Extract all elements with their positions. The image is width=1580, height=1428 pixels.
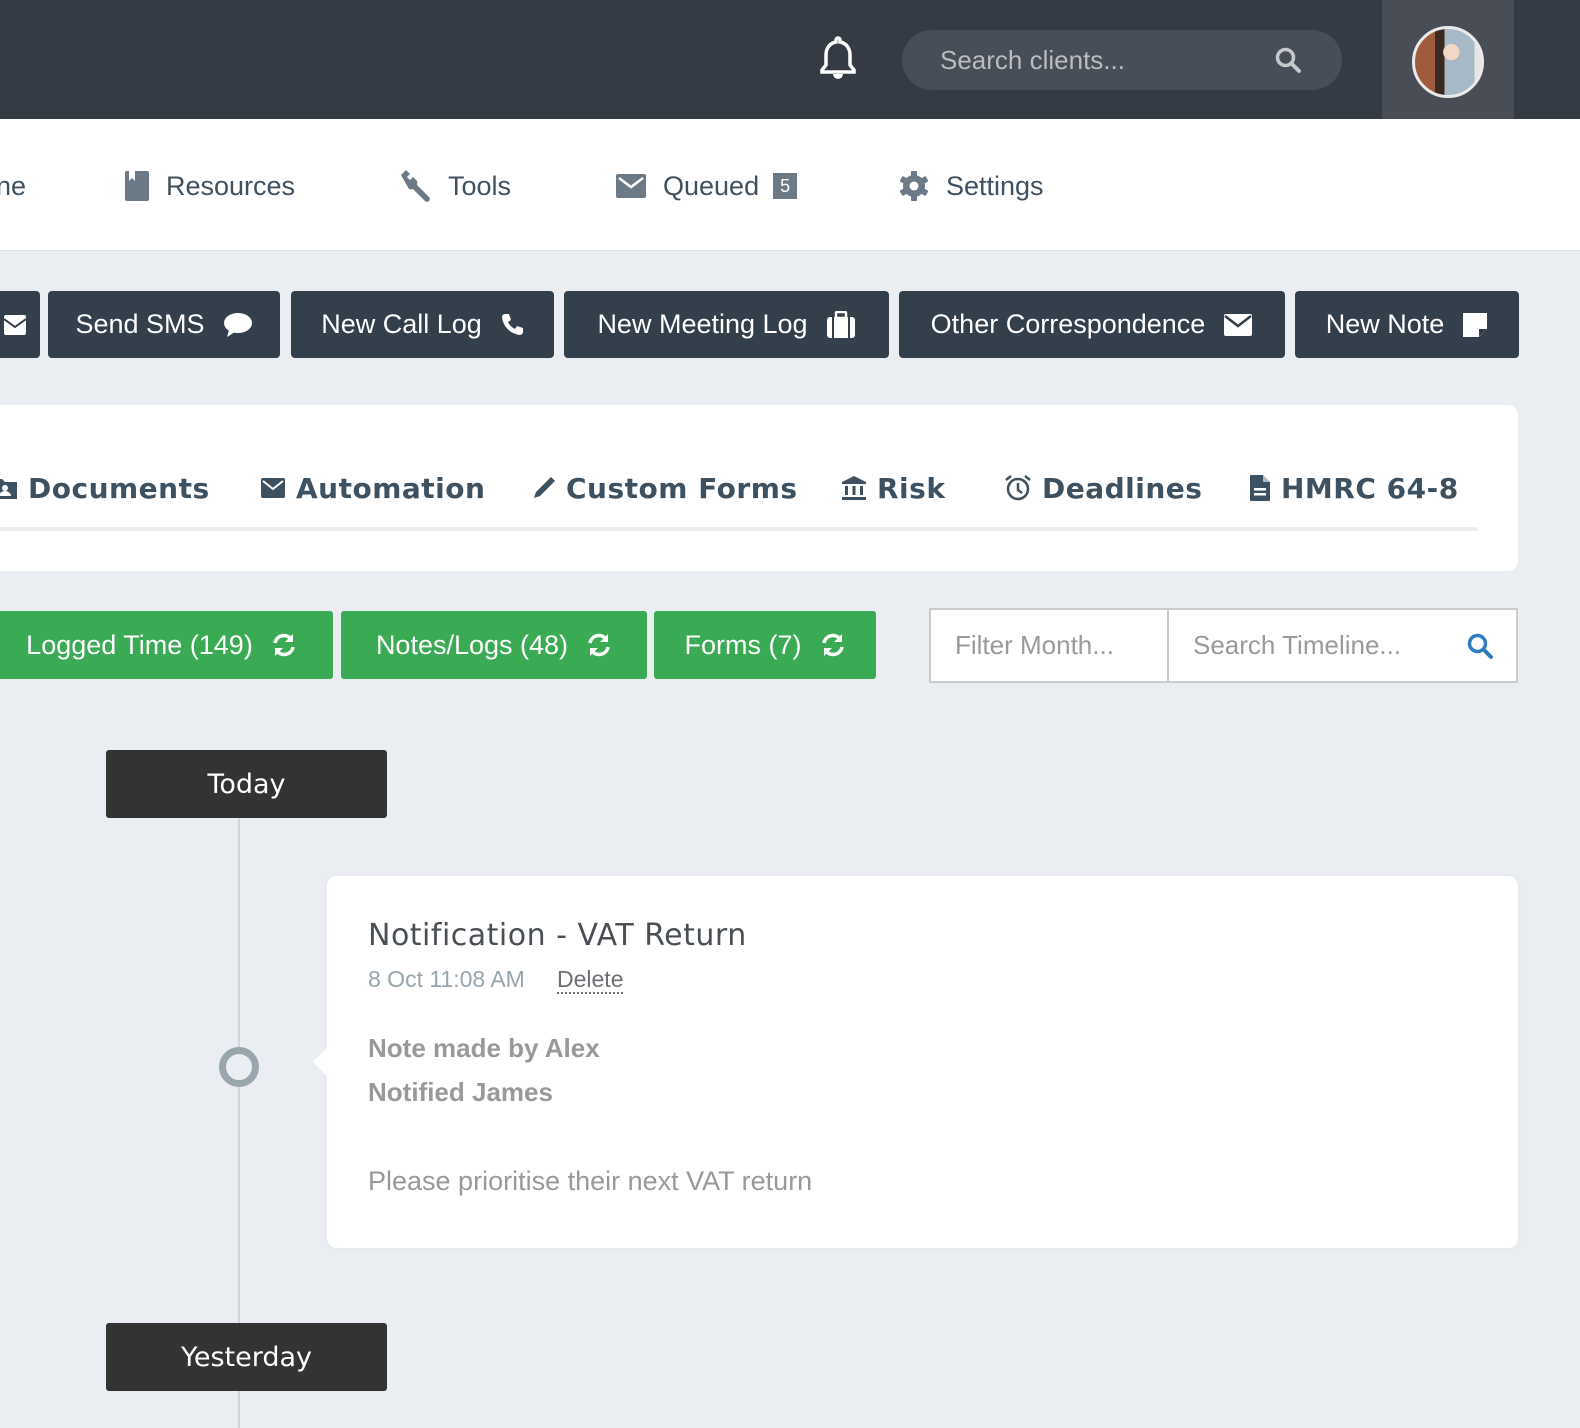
entry-notified: Notified James (368, 1077, 553, 1107)
delete-entry-link[interactable]: Delete (557, 966, 624, 994)
send-email-button[interactable] (0, 291, 40, 358)
nav-item-label: Queued (663, 170, 760, 201)
timeline-day-label: Today (106, 750, 387, 818)
folder-user-icon (0, 479, 17, 499)
card-pointer (313, 1047, 328, 1077)
timeline-dot (219, 1047, 259, 1087)
tabs-divider (0, 527, 1478, 531)
tab-label: Automation (296, 471, 486, 505)
tab-risk[interactable]: Risk (841, 466, 945, 510)
sticky-note-icon (1463, 312, 1488, 337)
filter-forms-button[interactable]: Forms (7) (654, 611, 876, 679)
client-search[interactable] (902, 30, 1342, 90)
user-menu[interactable] (1382, 0, 1514, 119)
tab-documents[interactable]: Documents (0, 466, 210, 510)
nav-item-label: Tools (448, 170, 512, 201)
envelope-icon (261, 478, 285, 498)
tab-deadlines[interactable]: Deadlines (1004, 466, 1202, 510)
envelope-icon (1224, 313, 1253, 336)
nav-item-settings[interactable]: Settings (898, 166, 1044, 206)
button-label: Notes/Logs (48) (375, 629, 569, 660)
phone-icon (501, 313, 523, 335)
button-label: Send SMS (75, 309, 205, 339)
tab-label: Documents (28, 471, 210, 505)
tab-custom-forms[interactable]: Custom Forms (532, 466, 798, 510)
refresh-icon (821, 633, 844, 657)
nav-item-queued[interactable]: Queued 5 (615, 166, 798, 206)
tab-label: Deadlines (1042, 471, 1203, 505)
filter-notes-logs-button[interactable]: Notes/Logs (48) (341, 611, 647, 679)
search-timeline-input[interactable] (1169, 610, 1439, 681)
client-search-input[interactable] (940, 30, 1270, 90)
envelope-icon (4, 314, 26, 335)
tab-label: Custom Forms (566, 471, 798, 505)
entry-body: Please prioritise their next VAT return (368, 1166, 813, 1196)
new-meeting-log-button[interactable]: New Meeting Log (564, 291, 889, 358)
button-label: New Note (1325, 309, 1445, 339)
pencil-icon (534, 476, 556, 498)
search-icon[interactable] (1274, 46, 1302, 74)
tab-label: Risk (877, 471, 946, 505)
wrench-icon (401, 170, 430, 202)
tab-automation[interactable]: Automation (260, 466, 485, 510)
nav-item-label: Settings (946, 170, 1044, 201)
new-call-log-button[interactable]: New Call Log (291, 291, 554, 358)
search-icon[interactable] (1466, 632, 1494, 660)
filter-logged-time-button[interactable]: Logged Time (149) (0, 611, 333, 679)
queued-count-badge: 5 (773, 173, 798, 199)
top-bar (0, 0, 1580, 119)
entry-timestamp: 8 Oct 11:08 AM (368, 966, 525, 992)
user-avatar[interactable] (1412, 26, 1484, 98)
nav-item-label: ne (0, 170, 27, 201)
button-label: New Call Log (321, 309, 482, 339)
send-sms-button[interactable]: Send SMS (48, 291, 280, 358)
gear-icon (899, 171, 929, 201)
timeline-day-label: Yesterday (106, 1323, 387, 1391)
tab-hmrc-64-8[interactable]: HMRC 64-8 (1249, 466, 1459, 510)
tab-label: HMRC 64-8 (1281, 471, 1459, 505)
filter-month-input[interactable] (931, 610, 1169, 681)
file-icon (1250, 475, 1270, 501)
button-label: Forms (7) (684, 629, 802, 660)
nav-item-label: Resources (166, 170, 296, 201)
nav-item-tools[interactable]: Tools (398, 166, 511, 206)
comment-icon (223, 312, 252, 337)
button-label: New Meeting Log (597, 309, 808, 339)
other-correspondence-button[interactable]: Other Correspondence (899, 291, 1285, 358)
bell-icon[interactable] (818, 36, 858, 80)
button-label: Logged Time (149) (26, 629, 253, 660)
envelope-icon (616, 174, 646, 198)
timeline-entry-card: Notification - VAT Return 8 Oct 11:08 AM… (327, 876, 1518, 1248)
button-label: Other Correspondence (930, 309, 1206, 339)
refresh-icon (273, 633, 295, 657)
entry-author: Note made by Alex (368, 1033, 600, 1063)
timeline-filter-group (929, 608, 1518, 683)
new-note-button[interactable]: New Note (1295, 291, 1519, 358)
bank-icon (842, 476, 866, 500)
alarm-clock-icon (1005, 475, 1031, 501)
nav-item-home[interactable]: ne (0, 166, 26, 206)
refresh-icon (588, 633, 610, 657)
nav-item-resources[interactable]: Resources (124, 166, 295, 206)
bookmark-book-icon (125, 171, 149, 201)
briefcase-icon (826, 310, 855, 338)
entry-title: Notification - VAT Return (368, 918, 747, 953)
